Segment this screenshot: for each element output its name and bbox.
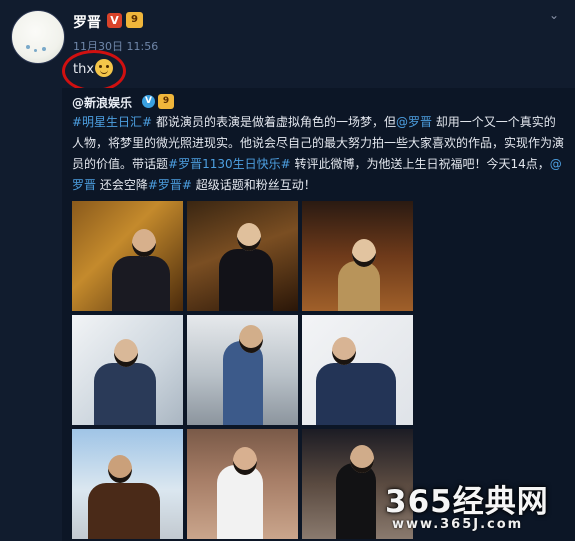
photo-5[interactable] [187, 315, 298, 425]
chevron-down-icon[interactable]: ⌄ [549, 8, 559, 22]
weibo-post: 罗晋 V 9 ⌄ 11月30日 11:56 thx @新浪娱乐 V 9 #明星生… [0, 0, 575, 541]
watermark-logo: 365经典网 [385, 484, 549, 520]
photo-6[interactable] [302, 315, 413, 425]
repost-text-segment: 转评此微博，为他送上生日祝福吧！今天14点， [290, 157, 550, 171]
repost-text-segment: 都说演员的表演是做着虚拟角色的一场梦，但 [152, 115, 396, 129]
photo-7[interactable] [72, 429, 183, 539]
photo-8[interactable] [187, 429, 298, 539]
repost-text-segment: 还会空降 [96, 178, 148, 192]
photo-2[interactable] [187, 201, 298, 311]
hashtag-link[interactable]: #罗晋1130生日快乐# [168, 157, 291, 171]
verified-badge-icon[interactable]: V [107, 13, 122, 28]
repost-card: @新浪娱乐 V 9 #明星生日汇# 都说演员的表演是做着虚拟角色的一场梦，但@罗… [62, 88, 575, 541]
hashtag-link[interactable]: #罗晋# [148, 178, 192, 192]
photo-1[interactable] [72, 201, 183, 311]
repost-text: #明星生日汇# 都说演员的表演是做着虚拟角色的一场梦，但@罗晋 却用一个又一个真… [72, 112, 565, 196]
watermark-url: www.365J.com [392, 517, 524, 532]
verified-badge-icon: V [142, 95, 155, 108]
level-badge-icon[interactable]: 9 [126, 12, 143, 28]
highlight-circle [62, 50, 126, 92]
photo-grid [72, 201, 413, 539]
repost-text-segment: 超级话题和粉丝互动！ [191, 178, 316, 192]
avatar[interactable] [11, 10, 65, 64]
hashtag-link[interactable]: #明星生日汇# [72, 115, 152, 129]
level-badge-icon: 9 [158, 94, 174, 109]
photo-4[interactable] [72, 315, 183, 425]
author-name[interactable]: 罗晋 [73, 12, 101, 32]
mention-link[interactable]: @罗晋 [396, 115, 432, 129]
photo-3[interactable] [302, 201, 413, 311]
repost-author[interactable]: @新浪娱乐 [72, 94, 132, 111]
